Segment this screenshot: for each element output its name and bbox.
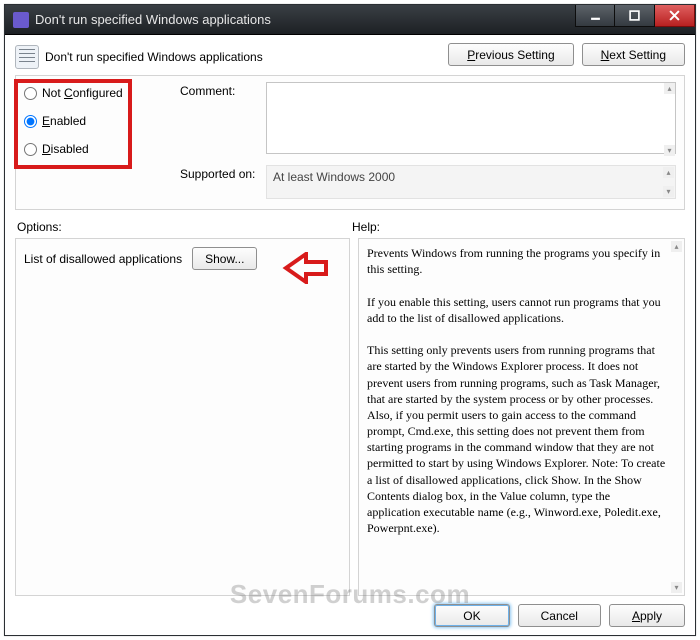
options-panel: List of disallowed applications Show... — [15, 238, 350, 596]
upper-panel: Not Configured Enabled Disabled Comment:… — [15, 75, 685, 210]
state-radios: Not Configured Enabled Disabled — [24, 82, 174, 199]
titlebar[interactable]: Don't run specified Windows applications — [5, 5, 695, 35]
title-text: Don't run specified Windows applications — [35, 12, 575, 27]
help-label: Help: — [352, 220, 683, 234]
radio-not-configured-input[interactable] — [24, 87, 37, 100]
show-button[interactable]: Show... — [192, 247, 257, 270]
header-left: Don't run specified Windows applications — [15, 41, 263, 69]
radio-enabled[interactable]: Enabled — [24, 114, 174, 128]
maximize-button[interactable] — [615, 5, 655, 27]
lower-panels: List of disallowed applications Show... … — [15, 238, 685, 596]
help-text: Prevents Windows from running the progra… — [367, 245, 680, 589]
ok-button[interactable]: OK — [434, 604, 509, 627]
maximize-icon — [629, 10, 640, 21]
policy-icon — [15, 45, 39, 69]
apply-button[interactable]: Apply — [609, 604, 685, 627]
radio-disabled-input[interactable] — [24, 143, 37, 156]
comment-textarea[interactable] — [266, 82, 676, 154]
minimize-icon — [590, 10, 601, 21]
policy-name: Don't run specified Windows applications — [45, 50, 263, 64]
policy-dialog: Don't run specified Windows applications… — [4, 4, 696, 636]
comment-label: Comment: — [180, 82, 260, 157]
dialog-buttons: OK Cancel Apply — [15, 596, 685, 627]
radio-enabled-input[interactable] — [24, 115, 37, 128]
app-icon — [13, 12, 29, 28]
supported-box: At least Windows 2000 ▴▾ — [266, 165, 676, 199]
previous-setting-button[interactable]: Previous Setting — [448, 43, 573, 66]
close-icon — [669, 10, 680, 21]
dialog-body: Don't run specified Windows applications… — [5, 35, 695, 635]
radio-disabled[interactable]: Disabled — [24, 142, 174, 156]
supported-scroll[interactable]: ▴▾ — [663, 167, 674, 197]
next-setting-button[interactable]: Next Setting — [582, 43, 685, 66]
supported-label: Supported on: — [180, 165, 260, 199]
options-label: Options: — [17, 220, 352, 234]
help-scroll[interactable]: ▴▾ — [671, 241, 682, 593]
header-row: Don't run specified Windows applications… — [15, 41, 685, 69]
radio-not-configured[interactable]: Not Configured — [24, 86, 174, 100]
prev-label: revious Setting — [475, 48, 554, 62]
nav-buttons: Previous Setting Next Setting — [448, 41, 685, 66]
window-controls — [575, 5, 695, 34]
comment-scroll[interactable]: ▴▾ — [664, 83, 675, 156]
cancel-button[interactable]: Cancel — [518, 604, 601, 627]
minimize-button[interactable] — [575, 5, 615, 27]
help-panel: Prevents Windows from running the progra… — [358, 238, 685, 596]
close-button[interactable] — [655, 5, 695, 27]
next-label: ext Setting — [609, 48, 666, 62]
supported-value: At least Windows 2000 — [273, 170, 395, 184]
section-labels: Options: Help: — [15, 220, 685, 234]
disallowed-list-label: List of disallowed applications — [24, 252, 182, 266]
